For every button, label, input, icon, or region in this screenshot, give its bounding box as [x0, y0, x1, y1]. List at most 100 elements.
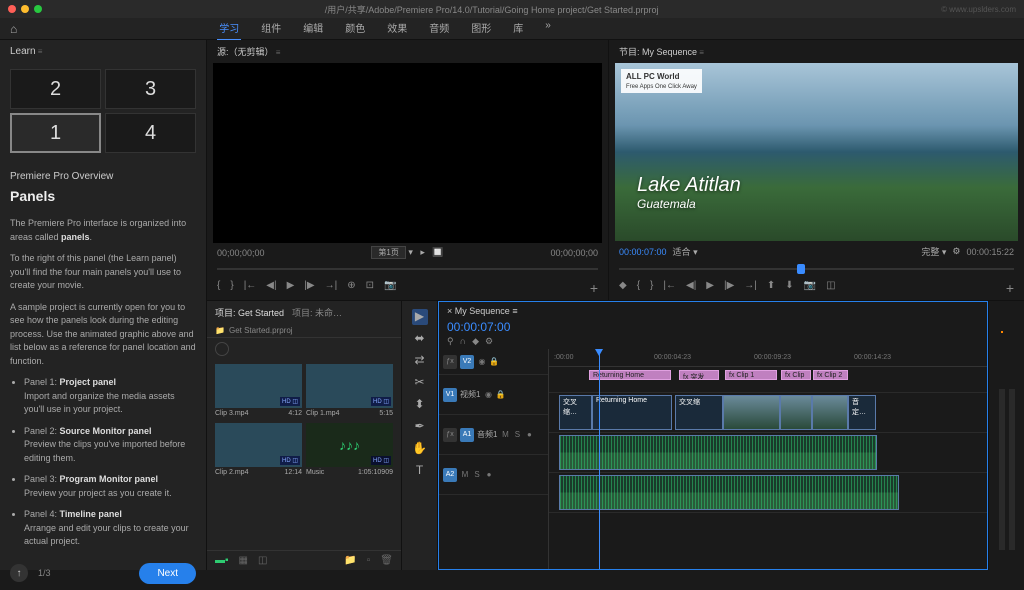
a2-target[interactable]: A2 — [443, 468, 457, 482]
thumb-1[interactable]: 1 — [10, 113, 101, 153]
source-patch-v2[interactable]: ƒx — [443, 355, 457, 369]
mute-icon[interactable]: M — [500, 430, 510, 440]
audio-clip[interactable] — [559, 435, 877, 470]
thumb-4[interactable]: 4 — [105, 113, 196, 153]
audio-clip[interactable] — [559, 475, 899, 510]
button-editor-icon[interactable]: + — [1006, 280, 1014, 296]
track-a2[interactable] — [549, 473, 987, 513]
playhead[interactable] — [599, 349, 600, 569]
project-tab-active[interactable]: 项目: Get Started — [215, 306, 284, 319]
freeform-view-icon[interactable]: ◫ — [258, 555, 267, 566]
clip-segment[interactable]: fx Clip 3 — [781, 370, 811, 380]
timeline-timecode[interactable]: 00:00:07:00 — [439, 320, 987, 334]
snap-icon[interactable]: ⚲ — [447, 336, 454, 347]
step-back-icon[interactable]: ◀| — [266, 280, 276, 296]
home-icon[interactable]: ⌂ — [10, 22, 17, 36]
v2-target[interactable]: V2 — [460, 355, 474, 369]
step-back-icon[interactable]: ◀| — [686, 280, 696, 296]
play-icon[interactable]: ▶ — [706, 280, 714, 296]
mute-icon[interactable]: ◉ — [477, 357, 487, 367]
insert-icon[interactable]: ⊕ — [347, 280, 355, 296]
clip-item[interactable]: HD ◫Clip 1.mp45:15 — [306, 364, 393, 419]
selection-tool-icon[interactable]: ▶ — [412, 309, 428, 325]
record-icon[interactable]: ● — [524, 430, 534, 440]
search-input[interactable] — [215, 342, 229, 356]
workspace-overflow[interactable]: » — [543, 16, 553, 41]
next-button[interactable]: Next — [139, 563, 196, 584]
mark-in-icon[interactable]: { — [217, 280, 220, 296]
button-editor-icon[interactable]: + — [590, 280, 598, 296]
workspace-assembly[interactable]: 组件 — [259, 16, 283, 41]
workspace-editing[interactable]: 编辑 — [301, 16, 325, 41]
time-ruler[interactable]: :00:00 00:00:04:23 00:00:09:23 00:00:14:… — [549, 349, 987, 367]
workspace-libraries[interactable]: 库 — [511, 16, 525, 41]
solo-icon[interactable]: S — [472, 470, 482, 480]
clip-segment[interactable] — [812, 395, 848, 430]
track-a1[interactable] — [549, 433, 987, 473]
slip-tool-icon[interactable]: ⬍ — [412, 397, 428, 413]
export-frame-icon[interactable]: 📷 — [804, 280, 816, 296]
new-bin-icon[interactable]: 📁 — [344, 555, 356, 566]
source-pager[interactable]: 第1页 ▾ ▸ 🔲 — [371, 247, 443, 258]
a1-target[interactable]: A1 — [460, 428, 474, 442]
workspace-audio[interactable]: 音频 — [427, 16, 451, 41]
program-tab[interactable]: 节目: My Sequence — [609, 40, 1024, 63]
solo-icon[interactable]: S — [512, 430, 522, 440]
clip-segment[interactable]: 交叉缩… — [559, 395, 592, 430]
mark-out-icon[interactable]: } — [650, 280, 653, 296]
clip-segment[interactable]: fx Clip 1 — [725, 370, 777, 380]
new-item-icon[interactable]: ▫ — [367, 555, 371, 566]
resolution-full[interactable]: 完整 ▾ — [921, 245, 946, 258]
overwrite-icon[interactable]: ⊡ — [366, 280, 374, 296]
source-tc-left[interactable]: 00;00;00;00 — [217, 248, 265, 258]
mute-icon[interactable]: ◉ — [483, 390, 493, 400]
source-video[interactable] — [213, 63, 602, 243]
pen-tool-icon[interactable]: ✒ — [412, 419, 428, 435]
project-tab-other[interactable]: 项目: 未命… — [292, 306, 342, 319]
hand-tool-icon[interactable]: ✋ — [412, 441, 428, 457]
track-select-tool-icon[interactable]: ⬌ — [412, 331, 428, 347]
workspace-color[interactable]: 颜色 — [343, 16, 367, 41]
sequence-tab[interactable]: × My Sequence ≡ — [439, 302, 987, 320]
mark-in-icon[interactable]: { — [637, 280, 640, 296]
add-marker-icon[interactable]: ◆ — [619, 280, 627, 296]
ripple-tool-icon[interactable]: ⇄ — [412, 353, 428, 369]
maximize-icon[interactable] — [34, 5, 42, 13]
export-frame-icon[interactable]: 📷 — [384, 280, 396, 296]
mark-out-icon[interactable]: } — [230, 280, 233, 296]
thumb-2[interactable]: 2 — [10, 69, 101, 109]
list-view-icon[interactable]: ▬▪ — [215, 555, 229, 566]
clip-segment[interactable]: Returning Home — [589, 370, 671, 380]
source-patch-a1[interactable]: ƒx — [443, 428, 457, 442]
clip-item[interactable]: HD ◫Music1:05:10909 — [306, 423, 393, 478]
type-tool-icon[interactable]: T — [412, 463, 428, 479]
source-tab[interactable]: 源:（无剪辑） — [207, 40, 608, 63]
extract-icon[interactable]: ⬇ — [785, 280, 793, 296]
workspace-graphics[interactable]: 图形 — [469, 16, 493, 41]
zoom-fit[interactable]: 适合 ▾ — [673, 245, 698, 258]
thumb-3[interactable]: 3 — [105, 69, 196, 109]
project-breadcrumb[interactable]: 📁 Get Started.prproj — [207, 324, 401, 338]
track-v2[interactable]: Returning Homefx 突发新…fx Clip 1fx Clip 3f… — [549, 367, 987, 393]
go-out-icon[interactable]: →| — [744, 280, 757, 296]
minimize-icon[interactable] — [21, 5, 29, 13]
learn-tab[interactable]: Learn — [10, 46, 196, 61]
step-fwd-icon[interactable]: |▶ — [304, 280, 314, 296]
marker-icon[interactable]: ◆ — [472, 336, 479, 347]
clip-item[interactable]: HD ◫Clip 3.mp44:12 — [215, 364, 302, 419]
back-button[interactable]: ↑ — [10, 564, 28, 582]
lock-icon[interactable]: 🔒 — [489, 357, 499, 367]
track-v1[interactable]: 交叉缩…Returning Home交叉缩 音定… — [549, 393, 987, 433]
clip-segment[interactable] — [780, 395, 812, 430]
clip-item[interactable]: HD ◫Clip 2.mp412:14 — [215, 423, 302, 478]
play-icon[interactable]: ▶ — [287, 280, 295, 296]
program-video[interactable]: ALL PC World Free Apps One Click Away La… — [615, 63, 1018, 241]
go-in-icon[interactable]: |← — [244, 280, 257, 296]
tracks-area[interactable]: :00:00 00:00:04:23 00:00:09:23 00:00:14:… — [549, 349, 987, 569]
clip-segment[interactable]: Returning Home — [592, 395, 672, 430]
clip-segment[interactable]: 交叉缩 — [675, 395, 723, 430]
source-scrubber[interactable] — [217, 262, 598, 276]
settings-icon[interactable]: ⚙ — [485, 336, 493, 347]
clip-segment[interactable]: 音定… — [848, 395, 876, 430]
delete-icon[interactable]: 🗑 — [380, 555, 393, 566]
